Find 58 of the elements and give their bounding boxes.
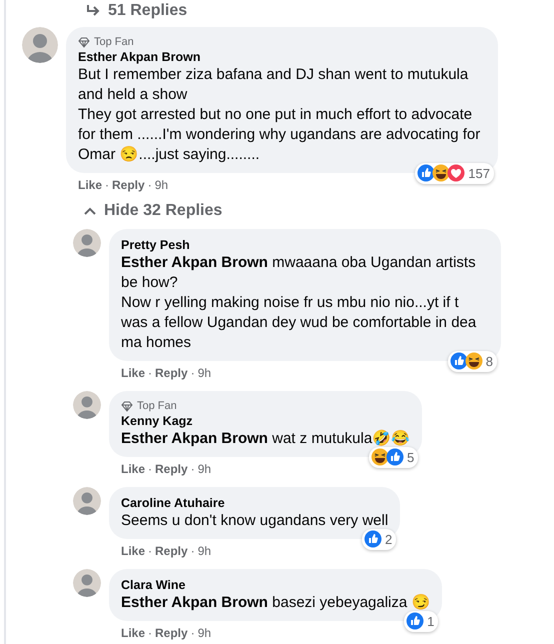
reply-link[interactable]: Reply (112, 177, 145, 193)
separator: · (148, 543, 152, 559)
separator: · (148, 365, 152, 381)
comment-text: Esther Akpan Brown mwaaana oba Ugandan artists be how? Now r yelling making noise fr us mbu nio nio...yt if t was a fellow Ugandan dey wud be comfortable in dea ma homes (121, 253, 478, 353)
reply-link[interactable]: Reply (155, 625, 188, 641)
like-link[interactable]: Like (121, 543, 146, 559)
like-link[interactable]: Like (78, 177, 102, 193)
comment-text: Esther Akpan Brown wat z mutukula🤣😂 (121, 429, 410, 449)
timestamp[interactable]: 9h (198, 625, 212, 641)
like-link[interactable]: Like (121, 365, 146, 381)
badge-label: Top Fan (94, 35, 134, 49)
author-name[interactable]: Clara Wine (121, 577, 430, 593)
timestamp[interactable]: 9h (154, 177, 168, 193)
reply-link[interactable]: Reply (155, 461, 188, 477)
reaction-count[interactable]: 8 (486, 352, 493, 371)
replies-link[interactable]: 51 Replies (108, 0, 188, 23)
separator: · (105, 177, 110, 193)
reply-arrow-icon (86, 5, 100, 17)
reactions-pill[interactable]: 2 (362, 528, 396, 550)
avatar[interactable] (73, 487, 101, 515)
like-link[interactable]: Like (121, 461, 146, 477)
avatar[interactable] (73, 569, 101, 597)
separator: · (190, 365, 195, 381)
reactions-pill[interactable]: 5 (368, 446, 418, 468)
hide-replies-link[interactable]: Hide 32 Replies (104, 201, 222, 221)
avatar[interactable] (22, 27, 58, 63)
diamond-icon (78, 36, 90, 48)
diamond-icon (121, 400, 133, 412)
comment-text: Esther Akpan Brown basezi yebeyagaliza 😏 (121, 593, 430, 613)
like-link[interactable]: Like (121, 625, 146, 641)
author-name[interactable]: Kenny Kagz (121, 413, 410, 429)
author-name[interactable]: Pretty Pesh (121, 237, 489, 253)
badge-label: Top Fan (137, 399, 177, 413)
timestamp[interactable]: 9h (198, 543, 212, 559)
reactions-pill[interactable]: 157 (415, 162, 494, 184)
timestamp[interactable]: 9h (198, 461, 212, 477)
separator: · (148, 461, 152, 477)
reactions-pill[interactable]: 1 (404, 610, 438, 632)
separator: · (148, 177, 152, 193)
reaction-count[interactable]: 5 (406, 448, 414, 467)
separator: · (190, 543, 195, 559)
separator: · (148, 625, 152, 641)
reaction-count[interactable]: 157 (468, 164, 490, 183)
caret-up-icon (84, 207, 96, 215)
timestamp[interactable]: 9h (198, 365, 212, 381)
author-name[interactable]: Caroline Atuhaire (121, 495, 388, 511)
reply-link[interactable]: Reply (155, 365, 188, 381)
comment-text: Seems u don't know ugandans very well (121, 511, 388, 531)
comment-text: But I remember ziza bafana and DJ shan went to mutukula and held a show They got arrested but no one put in much effort to advocate for them ......I'm wondering why ugandans are advocating for Omar 😒....just saying........ (78, 65, 482, 165)
reply-link[interactable]: Reply (155, 543, 188, 559)
reactions-pill[interactable]: 8 (448, 350, 497, 372)
author-name[interactable]: Esther Akpan Brown (78, 49, 486, 65)
separator: · (190, 625, 195, 641)
avatar[interactable] (73, 391, 101, 419)
avatar[interactable] (73, 229, 101, 257)
reaction-count[interactable]: 2 (384, 530, 392, 549)
reaction-count[interactable]: 1 (427, 612, 434, 631)
separator: · (190, 461, 195, 477)
